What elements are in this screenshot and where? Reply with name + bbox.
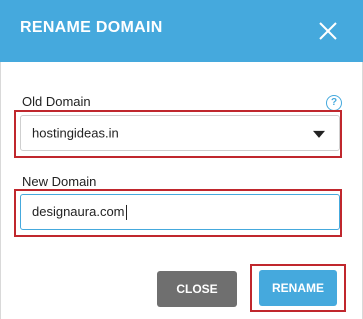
- old-domain-selected-value: hostingideas.in: [32, 125, 119, 141]
- text-cursor: [125, 205, 127, 221]
- close-button[interactable]: CLOSE: [157, 271, 237, 307]
- dialog-title: RENAME DOMAIN: [20, 19, 163, 36]
- old-domain-select[interactable]: hostingideas.in: [20, 115, 340, 151]
- dialog-border-left: [0, 62, 1, 319]
- question-circle-icon[interactable]: ?: [326, 95, 342, 111]
- rename-button[interactable]: RENAME: [259, 270, 337, 306]
- new-domain-value-wrap: designaura.com: [32, 203, 127, 221]
- dialog-header: RENAME DOMAIN: [0, 0, 363, 62]
- new-domain-value: designaura.com: [32, 203, 125, 219]
- old-domain-label: Old Domain: [22, 94, 91, 109]
- rename-domain-dialog: RENAME DOMAIN Old Domain ? hostingideas.…: [0, 0, 363, 319]
- new-domain-input[interactable]: designaura.com: [20, 194, 340, 230]
- new-domain-label: New Domain: [22, 174, 97, 189]
- chevron-down-icon: [313, 130, 325, 138]
- close-icon[interactable]: [317, 20, 339, 42]
